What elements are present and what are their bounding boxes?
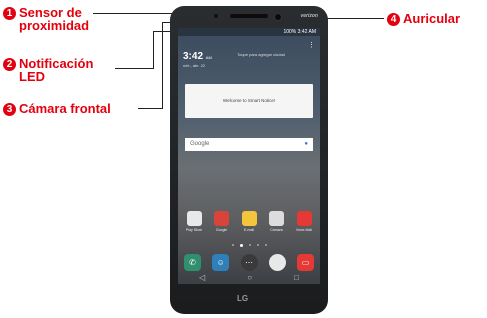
microphone-icon[interactable]: ● <box>304 138 308 151</box>
callout-number-4: 4 <box>387 13 400 26</box>
proximity-sensor <box>214 14 218 18</box>
app-row: Play Store Google E-mail Cámara Voice Ma… <box>182 211 316 232</box>
play-store-icon <box>186 211 202 226</box>
callout-notification-led: 2 Notificación LED <box>3 57 93 83</box>
callout-earpiece: 4 Auricular <box>387 12 460 26</box>
email-icon <box>241 211 257 226</box>
voicemail-icon <box>296 211 312 226</box>
lg-logo: LG <box>237 294 249 303</box>
callout-label-notification-led: Notificación LED <box>19 56 94 84</box>
recents-icon[interactable]: □ <box>294 273 299 282</box>
smart-notice-widget[interactable]: Welcome to Smart Notice! <box>185 84 313 118</box>
leader-line-camera-v <box>162 22 163 109</box>
carrier-logo: verizon <box>300 13 318 19</box>
back-icon[interactable]: ◁ <box>199 273 205 282</box>
app-google[interactable]: Google <box>210 211 234 232</box>
callout-label-earpiece: Auricular <box>403 11 461 26</box>
callout-label-proximity-sensor: Sensor de proximidad <box>19 5 90 33</box>
callout-proximity-sensor: 1 Sensor de proximidad <box>3 6 89 32</box>
app-camera[interactable]: Cámara <box>265 211 289 232</box>
earpiece-grille <box>230 14 268 18</box>
phone-screen: 100% 3:42 AM ⋮ 3:42 AM mié., abr. 22 Toq… <box>178 28 320 284</box>
status-bar: 100% 3:42 AM <box>178 28 320 36</box>
dock: ✆ ☺ ⋯ ▭ <box>184 254 314 271</box>
clock-widget-date: mié., abr. 22 <box>183 63 206 68</box>
phone-device: verizon 100% 3:42 AM ⋮ 3:42 AM mié., abr… <box>170 6 328 314</box>
overflow-menu-icon[interactable]: ⋮ <box>308 41 315 49</box>
callout-number-3: 3 <box>3 103 16 116</box>
callout-label-front-camera: Cámara frontal <box>19 101 111 116</box>
google-search-bar[interactable]: Google ● <box>185 138 313 151</box>
page-indicator <box>178 244 320 247</box>
app-play-store[interactable]: Play Store <box>182 211 206 232</box>
chrome-icon[interactable] <box>268 254 286 271</box>
leader-line-camera-h <box>138 108 162 109</box>
callout-number-2: 2 <box>3 58 16 71</box>
contacts-icon[interactable]: ☺ <box>212 254 230 271</box>
home-icon[interactable]: ○ <box>247 273 252 282</box>
phone-icon[interactable]: ✆ <box>184 254 201 271</box>
clock-widget-time: 3:42 AM <box>183 51 212 62</box>
messages-icon[interactable]: ▭ <box>297 254 314 271</box>
phone-top-bezel: verizon <box>170 6 328 26</box>
app-voice-mail[interactable]: Voice Mail <box>292 211 316 232</box>
google-folder-icon <box>214 211 229 226</box>
callout-number-1: 1 <box>3 7 16 20</box>
app-email[interactable]: E-mail <box>237 211 261 232</box>
apps-icon[interactable]: ⋯ <box>240 254 258 271</box>
navigation-bar: ◁ ○ □ <box>178 270 320 284</box>
leader-line-led-h <box>115 68 153 69</box>
front-camera-lens <box>274 13 282 21</box>
camera-icon <box>269 211 284 226</box>
callout-front-camera: 3 Cámara frontal <box>3 102 111 116</box>
leader-line-led-v <box>153 31 154 69</box>
weather-widget[interactable]: Toque para agregar ciudad <box>236 52 286 57</box>
